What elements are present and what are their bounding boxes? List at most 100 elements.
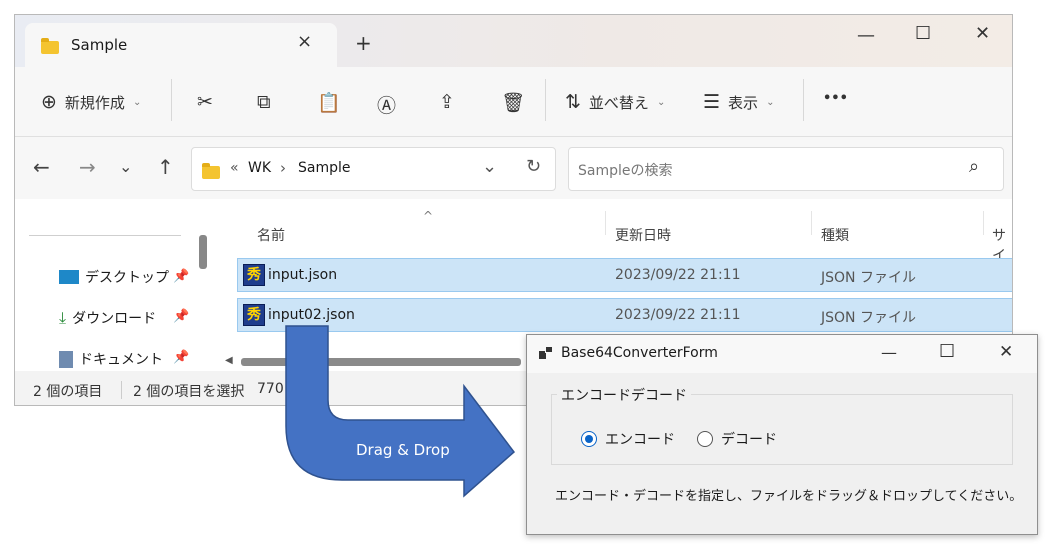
instruction-text: エンコード・デコードを指定し、ファイルをドラッグ＆ドロップしてください。 xyxy=(555,489,1023,504)
app-icon xyxy=(539,346,553,359)
file-date: 2023/09/22 21:11 xyxy=(615,307,741,323)
copy-icon[interactable]: ⧉ xyxy=(257,91,271,113)
divider xyxy=(29,235,181,236)
share-icon[interactable]: ⇪ xyxy=(439,91,455,113)
cut-icon[interactable]: ✂ xyxy=(197,91,213,113)
column-header-name[interactable]: 名前 xyxy=(257,225,285,245)
divider xyxy=(121,381,122,399)
file-type: JSON ファイル xyxy=(821,310,916,326)
view-label: 表示 xyxy=(728,93,759,112)
sidebar-item-label: ドキュメント xyxy=(79,352,163,368)
search-icon: ⌕ xyxy=(969,156,980,177)
sidebar-item-label: ダウンロード xyxy=(72,311,157,327)
file-name: input.json xyxy=(268,267,338,283)
up-button[interactable]: ↑ xyxy=(157,155,174,179)
form-title: Base64ConverterForm xyxy=(561,345,718,361)
back-button[interactable]: ← xyxy=(33,155,50,179)
paste-icon[interactable]: 📋 xyxy=(317,91,341,114)
sidebar-item-documents[interactable]: ドキュメント xyxy=(59,349,163,369)
chevron-down-icon: ⌄ xyxy=(656,96,666,108)
converter-form-window: Base64ConverterForm — ☐ ✕ エンコードデコード エンコー… xyxy=(526,334,1038,535)
breadcrumb-wk[interactable]: WK xyxy=(248,160,271,176)
column-header-date[interactable]: 更新日時 xyxy=(615,225,671,245)
sort-label: 並べ替え xyxy=(588,93,649,112)
new-button[interactable]: ⊕ 新規作成 ⌄ xyxy=(41,91,141,113)
close-button[interactable]: ✕ xyxy=(999,342,1013,362)
vertical-scrollbar[interactable] xyxy=(199,235,207,269)
pin-icon: 📌 xyxy=(173,309,190,324)
breadcrumb-separator: › xyxy=(280,159,286,177)
form-title-bar: Base64ConverterForm — ☐ ✕ xyxy=(527,335,1037,373)
item-count: 2 個の項目 xyxy=(33,384,103,400)
sidebar-item-label: デスクトップ xyxy=(85,270,169,286)
desktop-icon xyxy=(59,270,79,284)
maximize-button[interactable]: ☐ xyxy=(939,341,955,362)
divider xyxy=(545,79,546,121)
refresh-button[interactable]: ↻ xyxy=(526,156,541,177)
new-tab-button[interactable]: + xyxy=(355,31,372,55)
sidebar-item-desktop[interactable]: デスクトップ xyxy=(59,267,169,287)
sort-button[interactable]: ⇅ 並べ替え ⌄ xyxy=(565,91,665,113)
search-box[interactable]: Sampleの検索 ⌕ xyxy=(568,147,1004,191)
drag-drop-arrow xyxy=(285,325,516,498)
file-type: JSON ファイル xyxy=(821,270,916,286)
breadcrumb-overflow[interactable]: « xyxy=(230,160,239,176)
json-file-icon: 秀 xyxy=(243,304,265,326)
navigation-bar: ← → ⌄ ↑ « WK › Sample ⌄ ↻ Sampleの検索 ⌕ xyxy=(15,137,1012,199)
tab-sample[interactable]: Sample × xyxy=(25,23,337,67)
pin-icon: 📌 xyxy=(173,350,190,365)
search-input[interactable]: Sampleの検索 xyxy=(578,160,673,180)
tab-close-button[interactable]: × xyxy=(297,31,312,52)
address-bar[interactable]: « WK › Sample ⌄ ↻ xyxy=(191,147,556,191)
json-file-icon: 秀 xyxy=(243,264,265,286)
breadcrumb-sample[interactable]: Sample xyxy=(298,160,351,176)
minimize-button[interactable]: — xyxy=(881,343,897,362)
scroll-left-icon[interactable]: ◀ xyxy=(225,355,233,366)
sidebar-item-downloads[interactable]: ⤓ ダウンロード xyxy=(59,308,156,328)
view-button[interactable]: ☰ 表示 ⌄ xyxy=(703,91,774,113)
table-row[interactable]: 秀 input.json 2023/09/22 21:11 JSON ファイル xyxy=(237,258,1012,292)
rename-icon[interactable]: Ⓐ xyxy=(377,91,396,118)
selection-count: 2 個の項目を選択 xyxy=(133,384,245,400)
pin-icon: 📌 xyxy=(173,269,190,284)
radio-decode[interactable]: デコード xyxy=(697,429,777,449)
maximize-button[interactable]: ☐ xyxy=(915,23,931,44)
radio-decode-label: デコード xyxy=(721,432,777,448)
column-divider[interactable] xyxy=(811,211,812,235)
file-date: 2023/09/22 21:11 xyxy=(615,267,741,283)
document-icon xyxy=(59,350,73,368)
column-divider[interactable] xyxy=(983,211,984,235)
divider xyxy=(171,79,172,121)
command-bar: ⊕ 新規作成 ⌄ ✂ ⧉ 📋 Ⓐ ⇪ 🗑 ⇅ 並べ替え ⌄ ☰ 表示 ⌄ ••• xyxy=(15,67,1012,137)
file-name: input02.json xyxy=(268,307,355,323)
view-list-icon: ☰ xyxy=(703,91,721,113)
drag-drop-label: Drag & Drop xyxy=(356,441,450,459)
divider xyxy=(803,79,804,121)
column-divider[interactable] xyxy=(605,211,606,235)
plus-circle-icon: ⊕ xyxy=(41,91,57,113)
radio-button-selected[interactable] xyxy=(581,431,597,447)
delete-icon[interactable]: 🗑 xyxy=(501,91,525,114)
minimize-button[interactable]: — xyxy=(857,25,875,46)
sort-indicator-icon: ^ xyxy=(423,209,434,223)
navigation-pane: デスクトップ 📌 ⤓ ダウンロード 📌 ドキュメント 📌 xyxy=(15,199,203,371)
radio-encode[interactable]: エンコード xyxy=(581,429,675,449)
folder-icon xyxy=(41,38,59,54)
tab-title: Sample xyxy=(71,36,128,54)
more-button[interactable]: ••• xyxy=(823,91,848,106)
groupbox-title: エンコードデコード xyxy=(557,385,691,405)
address-dropdown-button[interactable]: ⌄ xyxy=(482,156,497,177)
chevron-down-icon: ⌄ xyxy=(766,96,775,108)
radio-encode-label: エンコード xyxy=(605,432,675,448)
new-label: 新規作成 xyxy=(64,93,125,112)
chevron-down-icon: ⌄ xyxy=(132,96,142,108)
sort-icon: ⇅ xyxy=(565,91,581,113)
close-button[interactable]: ✕ xyxy=(975,23,990,44)
recent-locations-button[interactable]: ⌄ xyxy=(119,157,132,176)
column-header-type[interactable]: 種類 xyxy=(821,225,849,245)
folder-icon xyxy=(202,163,220,179)
radio-button[interactable] xyxy=(697,431,713,447)
tab-bar: Sample × + — ☐ ✕ xyxy=(15,15,1012,67)
forward-button[interactable]: → xyxy=(79,155,96,179)
download-icon: ⤓ xyxy=(59,308,67,327)
